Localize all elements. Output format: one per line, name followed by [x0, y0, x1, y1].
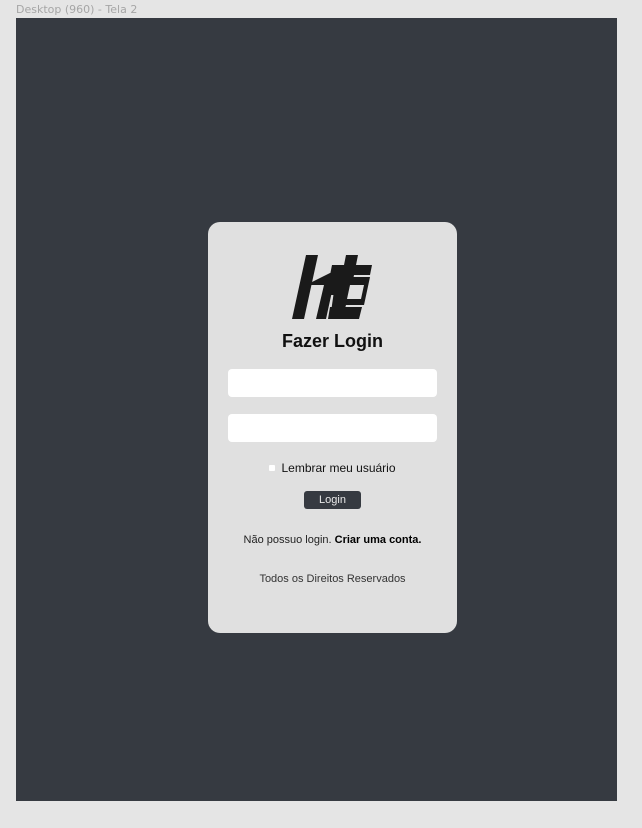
login-card: Fazer Login Lembrar meu usuário Login Nã… [208, 222, 457, 633]
username-input[interactable] [228, 369, 437, 397]
signup-prompt: Não possuo login. Criar uma conta. [208, 534, 457, 546]
ht-logo-icon [292, 255, 372, 319]
page-title: Fazer Login [281, 331, 383, 351]
footer-text: Todos os Direitos Reservados [259, 573, 406, 585]
remember-me-label: Lembrar meu usuário [281, 461, 396, 475]
remember-me-row[interactable]: Lembrar meu usuário [208, 461, 457, 475]
desktop-frame: Fazer Login Lembrar meu usuário Login Nã… [16, 18, 617, 801]
frame-label: Desktop (960) - Tela 2 [16, 3, 138, 16]
create-account-link[interactable]: Criar uma conta. [335, 534, 422, 546]
remember-me-checkbox[interactable] [269, 465, 276, 471]
login-button[interactable]: Login [304, 491, 361, 509]
password-input[interactable] [228, 414, 437, 442]
no-account-text: Não possuo login. [243, 534, 332, 546]
